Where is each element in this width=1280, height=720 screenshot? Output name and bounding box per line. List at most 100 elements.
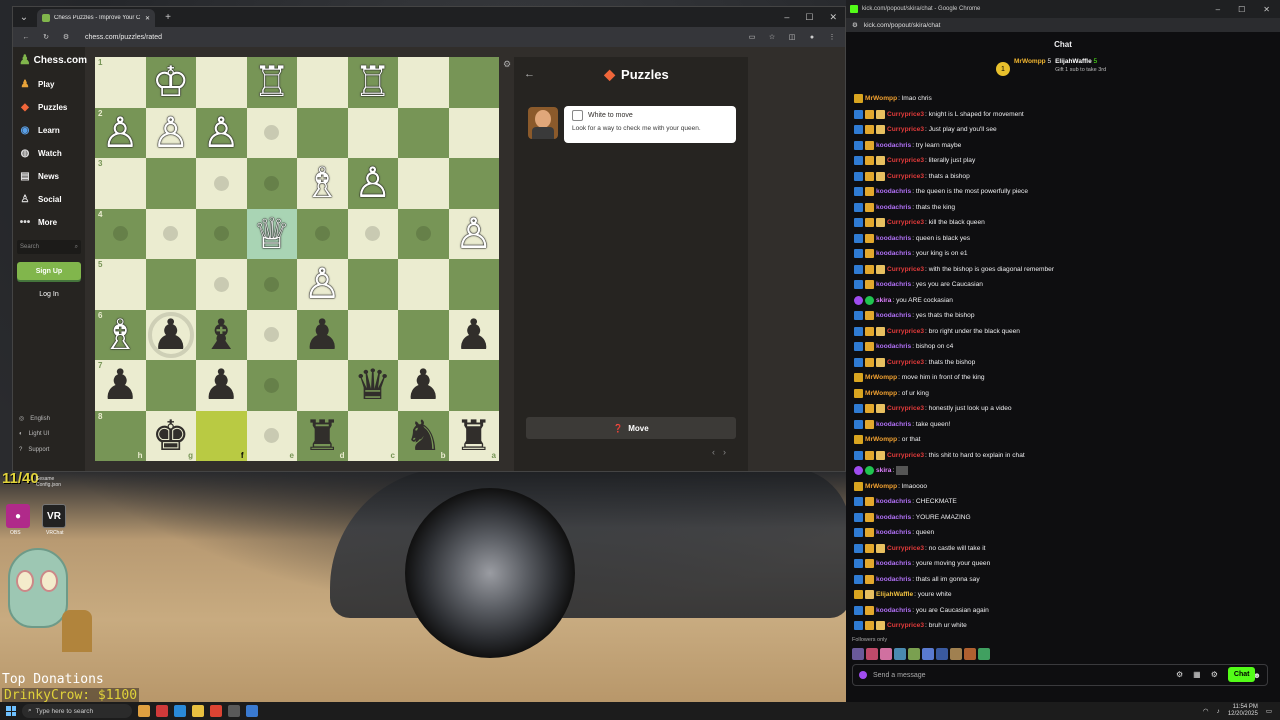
windows-start-icon[interactable] [6, 706, 16, 716]
board-square[interactable] [297, 107, 348, 158]
reload-icon[interactable]: ↻ [41, 33, 51, 41]
board-square[interactable] [398, 309, 449, 360]
board-square[interactable] [448, 158, 499, 209]
chess-piece[interactable]: ♟ [303, 313, 341, 356]
chess-piece[interactable]: ♖ [253, 61, 291, 103]
board-square[interactable] [347, 259, 398, 310]
chat-username[interactable]: skira [876, 467, 891, 474]
nav-learn[interactable]: ◉ Learn [13, 119, 85, 142]
board-square[interactable]: ♟ [448, 309, 499, 360]
chess-piece[interactable]: ♙ [455, 212, 493, 255]
board-square[interactable]: c [347, 410, 398, 461]
gear-icon[interactable]: ⚙ [1211, 670, 1218, 679]
chat-username[interactable]: koodachris [876, 281, 911, 288]
chess-board[interactable]: 1 ♔ ♖ ♖ 2 ♙ ♙ ♙ 3 ♗ ♙ 4 ♕ ♙ 5 ♙ 6 ♗ ♟ ♝ ♟ ♟ 7 ♟ ♟ ♛ ♟ 8 h g ♚ f e d ♜ c b ♞ a ♜ [95, 57, 499, 461]
chat-username[interactable]: MrWompp [865, 483, 897, 490]
board-square[interactable]: a ♜ [448, 410, 499, 461]
chess-piece[interactable]: ♚ [152, 414, 190, 457]
board-square[interactable]: ♙ [196, 107, 247, 158]
board-square[interactable] [398, 57, 449, 108]
chat-username[interactable]: Curryprice3 [887, 452, 924, 459]
close-window-icon[interactable]: ✕ [829, 12, 837, 23]
menu-dots-icon[interactable]: ⋮ [827, 33, 837, 41]
chat-username[interactable]: Curryprice3 [887, 359, 924, 366]
board-square[interactable]: ♟ [297, 309, 348, 360]
sidebar-search-input[interactable]: Search ⌕ [17, 240, 81, 254]
legal-move-dot[interactable] [112, 226, 128, 242]
chess-piece[interactable]: ♙ [354, 162, 392, 204]
emote-icon[interactable] [936, 648, 948, 660]
chess-piece[interactable]: ♟ [455, 313, 493, 356]
board-settings-icon[interactable]: ⚙ [503, 59, 511, 70]
chat-username[interactable]: Curryprice3 [887, 111, 924, 118]
chat-username[interactable]: koodachris [876, 529, 911, 536]
site-info-icon[interactable]: ⚙ [852, 21, 858, 29]
footer-support[interactable]: ? Support [19, 447, 49, 453]
chess-piece[interactable]: ♞ [404, 414, 442, 457]
board-square[interactable]: f [196, 410, 247, 461]
file-explorer-icon[interactable] [192, 705, 204, 717]
chess-piece[interactable]: ♖ [354, 61, 392, 103]
board-square[interactable]: ♖ [246, 57, 297, 108]
board-square[interactable]: ♙ [347, 158, 398, 209]
notifications-icon[interactable]: ▭ [1266, 707, 1272, 715]
chess-piece[interactable]: ♗ [303, 162, 341, 204]
chat-username[interactable]: ElijahWaffle [876, 591, 913, 598]
vr-icon[interactable]: VR [42, 504, 66, 528]
board-square[interactable] [448, 259, 499, 310]
chat-username[interactable]: Curryprice3 [887, 622, 924, 629]
nav-social[interactable]: ♙ Social [13, 188, 85, 211]
chess-piece[interactable]: ♙ [101, 111, 139, 154]
chat-username[interactable]: koodachris [876, 188, 911, 195]
chat-username[interactable]: koodachris [876, 142, 911, 149]
board-square[interactable]: ♟ [145, 309, 196, 360]
chess-piece[interactable]: ♜ [455, 414, 493, 457]
board-square[interactable] [246, 309, 297, 360]
capture-ring[interactable] [147, 311, 194, 358]
edge-icon[interactable] [174, 705, 186, 717]
board-square[interactable] [196, 57, 247, 108]
login-button[interactable]: Log In [17, 286, 81, 302]
board-square[interactable]: ♔ [145, 57, 196, 108]
board-square[interactable] [246, 360, 297, 411]
chat-send-button[interactable]: Chat [1227, 667, 1256, 682]
chat-username[interactable]: koodachris [876, 514, 911, 521]
emote-icon[interactable] [950, 648, 962, 660]
maximize-icon[interactable]: ☐ [805, 12, 813, 23]
chat-username[interactable]: koodachris [876, 250, 911, 257]
url-field[interactable]: chess.com/puzzles/rated [81, 30, 737, 44]
taskbar-app-icon[interactable] [138, 705, 150, 717]
chat-username[interactable]: MrWompp [865, 390, 897, 397]
chat-username[interactable]: Curryprice3 [887, 405, 924, 412]
emote-icon[interactable] [964, 648, 976, 660]
maximize-icon[interactable]: ☐ [1238, 5, 1245, 14]
chat-username[interactable]: koodachris [876, 312, 911, 319]
chat-username[interactable]: koodachris [876, 560, 911, 567]
nav-news[interactable]: ▤ News [13, 165, 85, 188]
site-info-icon[interactable]: ⚙ [61, 33, 71, 41]
bookmark-star-icon[interactable]: ☆ [767, 33, 777, 41]
emote-icon[interactable] [894, 648, 906, 660]
board-square[interactable] [145, 360, 196, 411]
chat-url[interactable]: kick.com/popout/skira/chat [864, 22, 941, 29]
chat-username[interactable]: koodachris [876, 607, 911, 614]
chess-piece[interactable]: ♜ [303, 414, 341, 457]
board-square[interactable]: ♖ [347, 57, 398, 108]
board-square[interactable]: g ♚ [145, 410, 196, 461]
board-square[interactable] [196, 259, 247, 310]
board-square[interactable]: ♙ [448, 208, 499, 259]
legal-move-dot[interactable] [213, 226, 229, 242]
settings-icon[interactable]: ⚙ [1176, 670, 1183, 679]
taskbar-app-icon[interactable] [156, 705, 168, 717]
top-gifter-1[interactable]: MrWompp [1014, 58, 1046, 65]
board-square[interactable]: d ♜ [297, 410, 348, 461]
chess-piece[interactable]: ♟ [404, 364, 442, 406]
taskbar-app-icon[interactable] [228, 705, 240, 717]
calendar-icon[interactable]: ▦ [1193, 670, 1201, 679]
taskbar-app-icon[interactable] [246, 705, 258, 717]
board-square[interactable]: ♝ [196, 309, 247, 360]
board-square[interactable]: ♙ [145, 107, 196, 158]
chess-piece[interactable]: ♟ [202, 364, 240, 406]
next-move-icon[interactable]: › [723, 447, 734, 457]
browser-tab[interactable]: Chess Puzzles - Improve Your C ✕ [37, 9, 155, 27]
